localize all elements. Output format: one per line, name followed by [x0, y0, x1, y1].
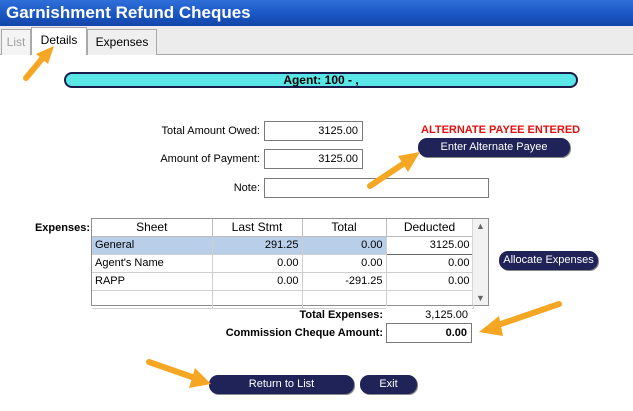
col-last-stmt[interactable]: Last Stmt — [212, 219, 303, 237]
total-expenses-label: Total Expenses: — [299, 309, 383, 321]
enter-alternate-payee-button[interactable]: Enter Alternate Payee — [418, 138, 570, 157]
enter-alternate-payee-label: Enter Alternate Payee — [440, 141, 548, 153]
cell-sheet: RAPP — [92, 272, 213, 291]
chevron-up-icon[interactable]: ▲ — [476, 221, 485, 231]
cell-last-stmt: 0.00 — [212, 254, 303, 273]
cell-empty — [212, 290, 303, 309]
return-to-list-button[interactable]: Return to List — [209, 375, 354, 394]
cell-deducted[interactable]: 0.00 — [386, 272, 474, 291]
col-total[interactable]: Total — [302, 219, 387, 237]
cell-total: 0.00 — [302, 254, 387, 273]
table-row[interactable]: General 291.25 0.00 3125.00 — [92, 235, 474, 255]
exit-label: Exit — [379, 378, 398, 390]
col-sheet[interactable]: Sheet — [92, 219, 213, 237]
window-title: Garnishment Refund Cheques — [0, 0, 633, 26]
grid-scrollbar[interactable]: ▲ ▼ — [472, 219, 488, 305]
commission-label: Commission Cheque Amount: — [225, 327, 383, 339]
payment-label: Amount of Payment: — [160, 153, 260, 165]
cell-total: -291.25 — [302, 272, 387, 291]
col-deducted[interactable]: Deducted — [386, 219, 474, 237]
cell-last-stmt: 291.25 — [212, 236, 303, 255]
tab-strip: List Details Expenses — [0, 26, 633, 56]
annotation-arrow-icon — [367, 152, 420, 189]
payment-field[interactable]: 3125.00 — [264, 149, 363, 169]
annotation-arrow-icon — [146, 359, 211, 388]
agent-bar: Agent: 100 - , — [64, 72, 578, 88]
table-row[interactable]: RAPP 0.00 -291.25 0.00 — [92, 272, 474, 291]
expenses-label: Expenses: — [34, 222, 90, 234]
cell-empty — [302, 290, 387, 309]
expenses-table: Sheet Last Stmt Total Deducted General 2… — [92, 219, 474, 309]
tab-expenses[interactable]: Expenses — [87, 29, 157, 55]
exit-button[interactable]: Exit — [360, 375, 417, 394]
cell-deducted-input[interactable]: 3125.00 — [385, 235, 474, 255]
annotation-arrow-icon — [23, 46, 54, 81]
commission-value: 0.00 — [386, 323, 472, 343]
expenses-grid[interactable]: Sheet Last Stmt Total Deducted General 2… — [91, 218, 489, 309]
note-label: Note: — [233, 182, 260, 194]
alternate-payee-status: ALTERNATE PAYEE ENTERED — [421, 124, 581, 136]
cell-sheet: Agent's Name — [92, 254, 213, 273]
table-header: Sheet Last Stmt Total Deducted — [92, 219, 474, 237]
total-owed-field[interactable]: 3125.00 — [264, 121, 363, 141]
allocate-expenses-label: Allocate Expenses — [503, 254, 594, 266]
total-owed-label: Total Amount Owed: — [161, 125, 260, 137]
cell-last-stmt: 0.00 — [212, 272, 303, 291]
table-row[interactable]: Agent's Name 0.00 0.00 0.00 — [92, 254, 474, 273]
cell-empty — [92, 290, 213, 309]
return-to-list-label: Return to List — [248, 378, 315, 390]
cell-total: 0.00 — [302, 236, 387, 255]
cell-deducted[interactable]: 0.00 — [386, 254, 474, 273]
allocate-expenses-button[interactable]: Allocate Expenses — [499, 251, 598, 270]
cell-sheet: General — [92, 236, 213, 255]
annotation-arrow-icon — [479, 301, 562, 336]
